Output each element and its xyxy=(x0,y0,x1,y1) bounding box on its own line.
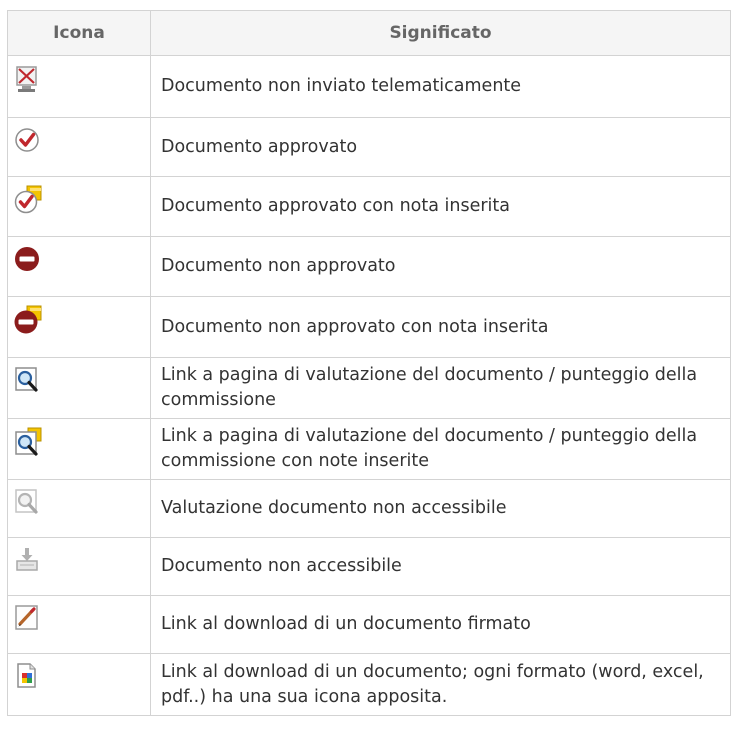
not-approved-icon xyxy=(15,247,39,271)
meaning-cell: Documento approvato con nota inserita xyxy=(150,176,731,237)
evaluation-disabled-icon xyxy=(15,489,38,514)
icon-cell xyxy=(7,357,151,419)
table-row: Documento approvato xyxy=(7,117,731,177)
meaning-cell: Link a pagina di valutazione del documen… xyxy=(150,418,731,480)
table-row: Valutazione documento non accessibile xyxy=(7,479,731,538)
meaning-cell: Documento non accessibile xyxy=(150,537,731,596)
evaluation-link-note-icon[interactable] xyxy=(14,427,44,457)
icon-cell xyxy=(7,296,151,358)
table-row: Documento non accessibile xyxy=(7,537,731,596)
meaning-cell: Documento non inviato telematicamente xyxy=(150,55,731,118)
approved-note-icon xyxy=(14,185,42,214)
table-row: Documento non approvato con nota inserit… xyxy=(7,296,731,358)
meaning-cell: Valutazione documento non accessibile xyxy=(150,479,731,538)
icon-cell xyxy=(7,176,151,237)
icon-cell xyxy=(7,653,151,716)
meaning-cell: Documento approvato xyxy=(150,117,731,177)
meaning-cell: Documento non approvato xyxy=(150,236,731,297)
meaning-cell: Link a pagina di valutazione del documen… xyxy=(150,357,731,419)
icon-cell xyxy=(7,55,151,118)
table-row: Documento non inviato telematicamente xyxy=(7,55,731,118)
meaning-cell: Link al download di un documento; ogni f… xyxy=(150,653,731,716)
document-download-icon[interactable] xyxy=(14,662,42,690)
header-meaning: Significato xyxy=(150,10,731,56)
download-disabled-icon xyxy=(16,548,38,571)
table-row: Link a pagina di valutazione del documen… xyxy=(7,357,731,419)
evaluation-link-icon[interactable] xyxy=(14,366,42,394)
table-row: Documento approvato con nota inserita xyxy=(7,176,731,237)
meaning-cell: Documento non approvato con nota inserit… xyxy=(150,296,731,358)
icon-cell xyxy=(7,479,151,538)
icon-cell xyxy=(7,595,151,654)
meaning-cell: Link al download di un documento firmato xyxy=(150,595,731,654)
not-sent-icon xyxy=(16,66,37,92)
not-approved-note-icon xyxy=(14,305,42,334)
approved-icon xyxy=(15,128,39,152)
icon-cell xyxy=(7,117,151,177)
icon-cell xyxy=(7,537,151,596)
icon-legend-table: Icona Significato Documento non inviato … xyxy=(7,10,731,716)
table-row: Link al download di un documento firmato xyxy=(7,595,731,654)
header-icon: Icona xyxy=(7,10,151,56)
table-header-row: Icona Significato xyxy=(7,10,731,56)
table-row: Link a pagina di valutazione del documen… xyxy=(7,418,731,480)
table-row: Link al download di un documento; ogni f… xyxy=(7,653,731,716)
signed-download-icon[interactable] xyxy=(14,604,42,632)
table-row: Documento non approvato xyxy=(7,236,731,297)
icon-cell xyxy=(7,418,151,480)
icon-cell xyxy=(7,236,151,297)
